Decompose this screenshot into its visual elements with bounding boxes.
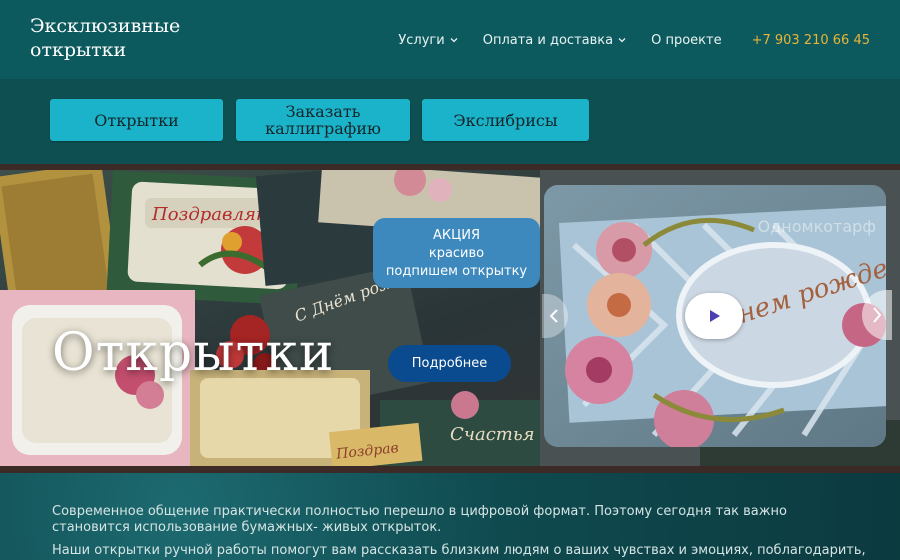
logo-line-2: открытки [30,39,127,61]
chevron-down-icon [618,38,626,43]
intro-paragraph-1: Современное общение практически полность… [52,504,787,535]
chevron-down-icon [450,38,458,43]
site-header: Эксклюзивные открытки Услуги Оплата и до… [0,0,900,79]
promo-line-3: подпишем открытку [385,264,528,279]
exlibris-button[interactable]: Экслибрисы [422,99,589,141]
intro-section: Современное общение практически полность… [0,473,900,560]
nav-about-label: О проекте [651,32,722,48]
promo-line-2: красиво [428,246,485,261]
calligraphy-label-line-1: Заказать [285,102,361,121]
nav-about[interactable]: О проекте [651,33,722,48]
svg-text:Счастья: Счастья [450,424,535,445]
nav-services[interactable]: Услуги [398,33,458,48]
divider [0,466,900,473]
slider-prev-button[interactable] [542,294,568,338]
site-logo[interactable]: Эксклюзивные открытки [30,14,200,62]
cards-button[interactable]: Открытки [50,99,223,141]
calligraphy-label-line-2: каллиграфию [265,119,381,138]
more-button[interactable]: Подробнее [388,345,511,382]
category-band: Открытки Заказать каллиграфию Экслибрисы [0,79,900,164]
slider-next-button[interactable] [862,290,892,340]
intro-paragraph-2: Наши открытки ручной работы помогут вам … [52,543,866,558]
video-watermark: Одномкотарф [757,217,876,236]
chevron-right-icon [873,307,882,323]
nav-delivery-label: Оплата и доставка [482,32,614,48]
play-button[interactable] [685,293,743,339]
play-icon [710,310,720,322]
nav-delivery[interactable]: Оплата и доставка [483,33,627,48]
promo-badge[interactable]: АКЦИЯ красиво подпишем открытку [373,218,540,288]
order-calligraphy-button[interactable]: Заказать каллиграфию [236,99,410,141]
logo-line-1: Эксклюзивные [30,15,181,37]
main-nav: Услуги Оплата и доставка О проекте +7 90… [398,30,870,50]
hero-title: Открытки [52,323,335,383]
chevron-left-icon [549,309,558,323]
nav-services-label: Услуги [398,32,445,48]
svg-text:Поздравляю: Поздравляю [151,204,272,225]
phone-link[interactable]: +7 903 210 66 45 [752,33,870,48]
promo-line-1: АКЦИЯ [433,228,480,243]
